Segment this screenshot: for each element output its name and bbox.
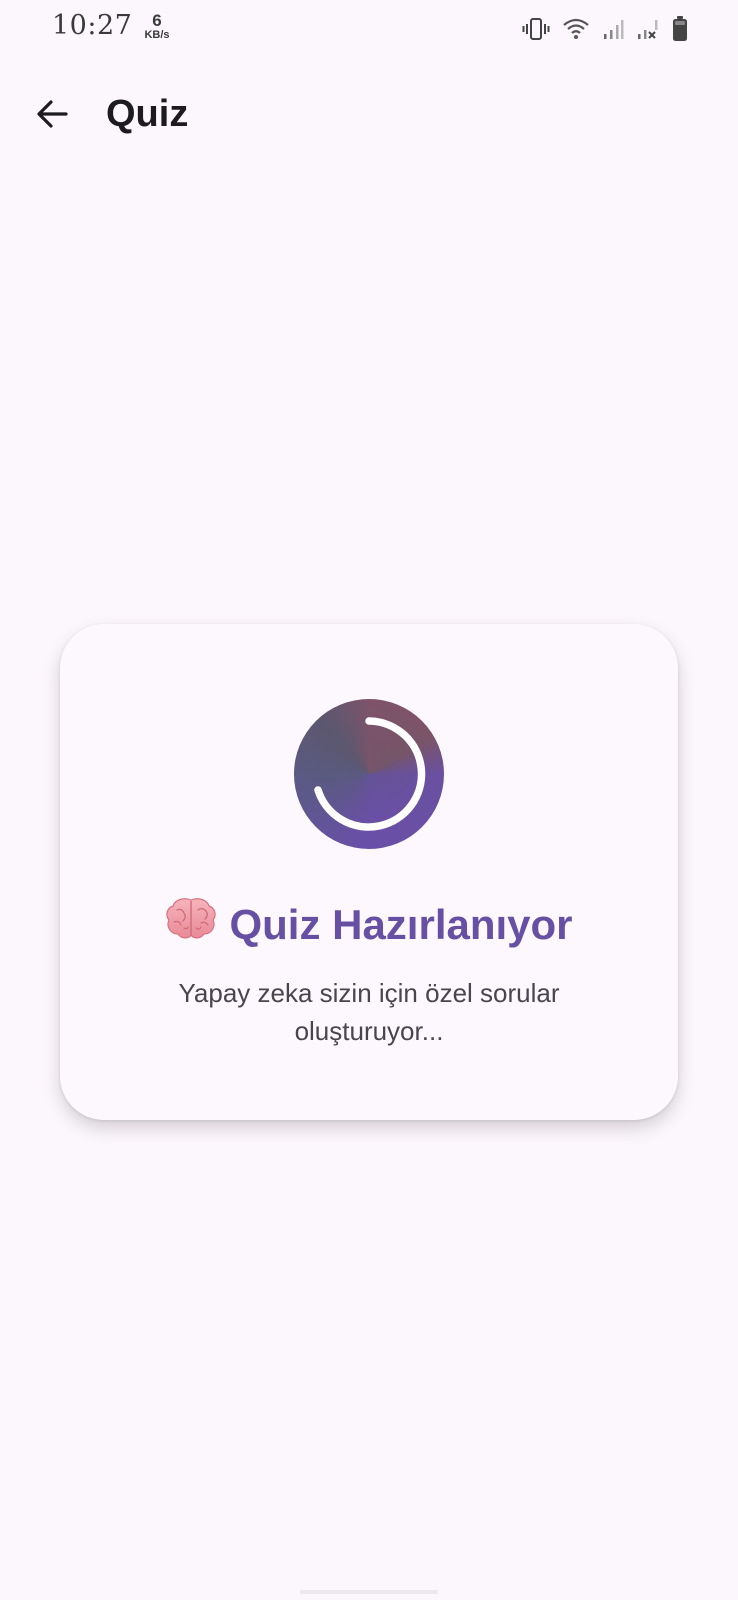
- network-speed-value: 6: [152, 11, 162, 30]
- loading-title: Quiz Hazırlanıyor: [60, 898, 678, 955]
- loading-title-text: Quiz Hazırlanıyor: [229, 901, 573, 948]
- signal-icon: [602, 17, 624, 41]
- loading-card: Quiz Hazırlanıyor Yapay zeka sizin için …: [60, 624, 678, 1120]
- vibrate-icon: [522, 17, 550, 41]
- loading-spinner: [294, 699, 444, 849]
- page-title: Quiz: [106, 93, 189, 135]
- back-button[interactable]: [28, 90, 76, 138]
- loading-message: Yapay zeka sizin için özel sorular oluşt…: [178, 978, 560, 1046]
- network-speed-unit: KB/s: [144, 29, 170, 41]
- status-bar: 10:27 6 KB/s: [0, 0, 738, 60]
- status-icons: [522, 14, 688, 44]
- top-app-bar: Quiz: [0, 78, 738, 150]
- brain-icon: [165, 896, 217, 951]
- home-indicator[interactable]: [300, 1590, 438, 1594]
- network-speed: 6 KB/s: [140, 12, 174, 41]
- status-time: 10:27: [52, 10, 133, 41]
- spinner-ring-icon: [314, 717, 426, 831]
- battery-icon: [672, 16, 688, 42]
- signal-no-service-icon: [636, 17, 660, 41]
- arrow-back-icon: [37, 100, 68, 128]
- wifi-icon: [562, 17, 590, 41]
